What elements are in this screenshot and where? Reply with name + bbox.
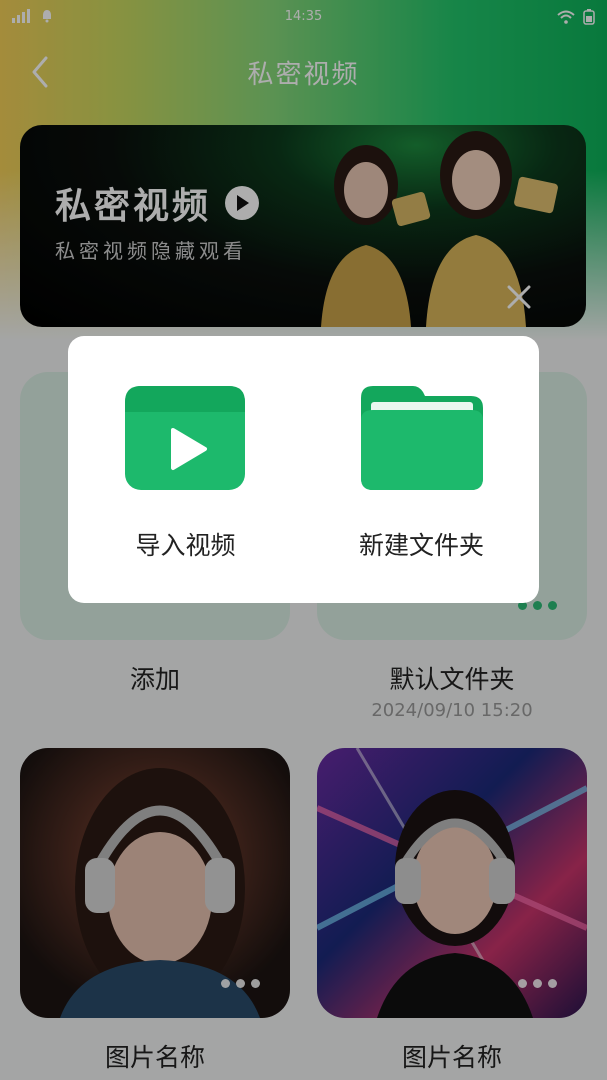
video-play-icon <box>125 386 245 490</box>
new-folder-option[interactable]: 新建文件夹 <box>304 336 539 603</box>
folder-icon <box>361 386 483 490</box>
action-dialog: 导入视频 新建文件夹 <box>68 336 539 603</box>
app-screen: 14:35 私密视频 私密视频 私密视频隐藏观看 添加 默认文件夹 2024/0… <box>0 0 607 1080</box>
import-video-option[interactable]: 导入视频 <box>68 336 303 603</box>
import-video-label: 导入视频 <box>135 531 236 560</box>
new-folder-label: 新建文件夹 <box>358 531 484 560</box>
